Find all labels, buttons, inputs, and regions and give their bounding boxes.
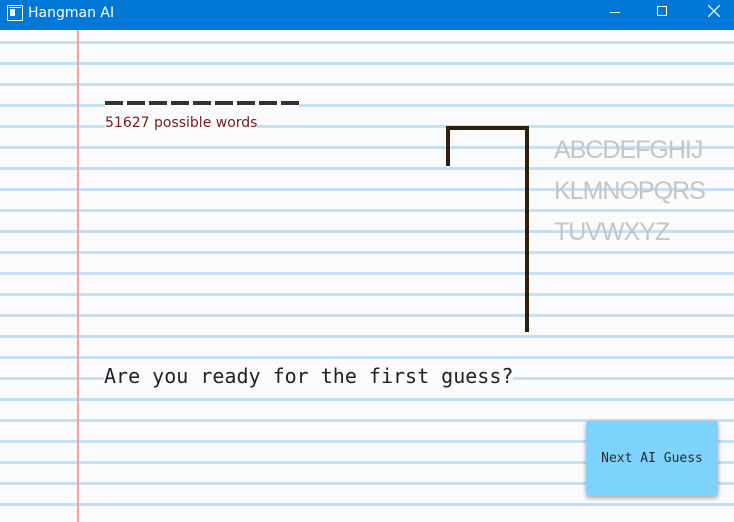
- gallows-rope: [446, 126, 450, 166]
- close-icon: [708, 5, 720, 17]
- letter-slot: [281, 101, 299, 105]
- maximize-button[interactable]: [639, 0, 685, 30]
- letter-slot: [105, 101, 123, 105]
- game-prompt: Are you ready for the first guess?: [104, 363, 514, 389]
- minimize-button[interactable]: [592, 0, 638, 30]
- gallows: [446, 126, 529, 332]
- alphabet-row: TUVWXYZ: [554, 218, 670, 246]
- alphabet-letters: ABCDEFGHIJ KLMNOPQRS TUVWXYZ: [554, 130, 706, 253]
- letter-slot: [259, 101, 277, 105]
- next-ai-guess-button[interactable]: Next AI Guess: [586, 421, 718, 496]
- title-bar: Hangman AI: [0, 0, 734, 30]
- gallows-beam: [446, 126, 529, 130]
- window-title: Hangman AI: [28, 5, 115, 21]
- letter-slot: [127, 101, 145, 105]
- notebook-paper: 51627 possible words ABCDEFGHIJ KLMNOPQR…: [0, 30, 734, 522]
- letter-slot: [215, 101, 233, 105]
- alphabet-row: KLMNOPQRS: [554, 177, 706, 205]
- word-slots: [105, 98, 299, 108]
- letter-slot: [237, 101, 255, 105]
- alphabet-row: ABCDEFGHIJ: [554, 136, 703, 164]
- close-button[interactable]: [688, 0, 734, 30]
- letter-slot: [193, 101, 211, 105]
- letter-slot: [149, 101, 167, 105]
- app-window-icon: [7, 5, 23, 21]
- gallows-post: [525, 126, 529, 332]
- possible-words-count: 51627 possible words: [105, 114, 258, 132]
- margin-line: [77, 30, 79, 522]
- letter-slot: [171, 101, 189, 105]
